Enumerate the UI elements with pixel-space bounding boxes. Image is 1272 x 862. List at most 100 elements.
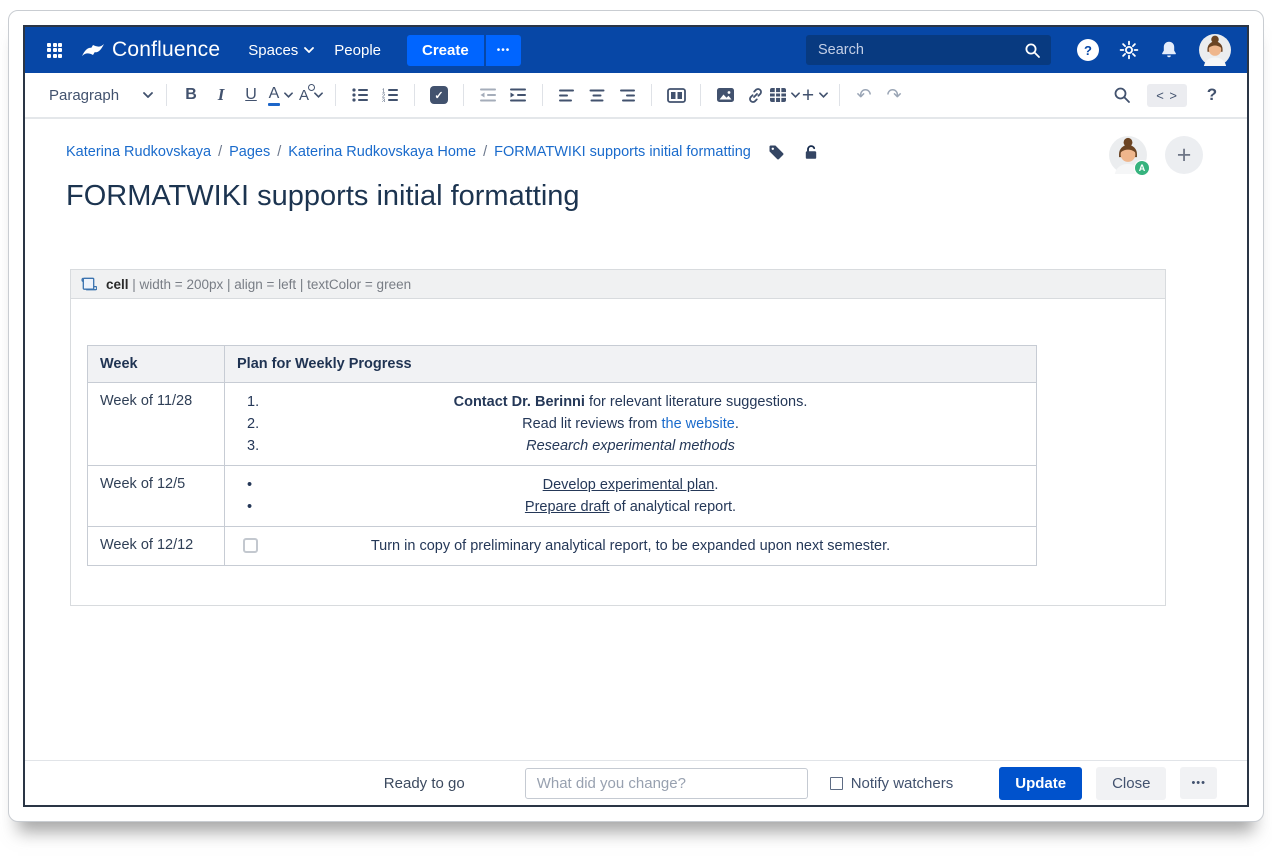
editor-footer: Ready to go Notify watchers Update Close… <box>25 760 1247 805</box>
insert-more-button[interactable]: + <box>800 79 830 111</box>
macro-scroll-icon <box>80 276 97 292</box>
list-marker: • <box>247 496 252 518</box>
breadcrumb-link[interactable]: Pages <box>229 144 270 160</box>
search-input[interactable] <box>816 41 1024 59</box>
redo-button[interactable]: ↷ <box>879 79 909 111</box>
editor-content: A + Katerina Rudkovskaya / Pages / Katerina … <box>25 119 1247 760</box>
invite-add-button[interactable]: + <box>1165 136 1203 174</box>
column-header-week: Week <box>88 346 225 383</box>
plan-text: Develop experimental plan <box>543 477 715 493</box>
editor-help-button[interactable]: ? <box>1197 79 1227 111</box>
find-replace-button[interactable] <box>1107 79 1137 111</box>
table-header-row: Week Plan for Weekly Progress <box>88 346 1037 383</box>
macro-name: cell <box>106 277 129 292</box>
align-right-button[interactable] <box>612 79 642 111</box>
plan-item: 2.Read lit reviews from the website. <box>233 413 1028 435</box>
notify-watchers-label: Notify watchers <box>851 775 954 792</box>
labels-tag-icon[interactable] <box>768 144 784 160</box>
align-left-button[interactable] <box>552 79 582 111</box>
bullet-list-button[interactable] <box>345 79 375 111</box>
breadcrumb-separator: / <box>277 144 281 160</box>
notifications-bell-icon[interactable] <box>1159 40 1179 60</box>
screenshot-frame: Confluence Spaces People Create ••• ? Pa… <box>8 10 1264 822</box>
list-marker: 1. <box>247 391 259 413</box>
confluence-window: Confluence Spaces People Create ••• ? Pa… <box>23 25 1249 807</box>
plan-item: •Develop experimental plan. <box>233 474 1028 496</box>
nav-spaces[interactable]: Spaces <box>238 36 324 65</box>
table-row: Week of 12/12Turn in copy of preliminary… <box>88 527 1037 566</box>
week-cell: Week of 12/5 <box>88 466 225 527</box>
plan-text: . <box>735 416 739 432</box>
plan-text: Contact Dr. Berinni <box>454 394 585 410</box>
top-navbar: Confluence Spaces People Create ••• ? <box>25 27 1247 73</box>
create-button[interactable]: Create <box>407 35 484 66</box>
plan-text: . <box>714 477 718 493</box>
macro-params: | width = 200px | align = left | textCol… <box>129 277 412 292</box>
undo-button[interactable]: ↶ <box>849 79 879 111</box>
align-center-button[interactable] <box>582 79 612 111</box>
page-title: FORMATWIKI supports initial formatting <box>66 180 1206 213</box>
outdent-button[interactable] <box>473 79 503 111</box>
plan-item: •Prepare draft of analytical report. <box>233 496 1028 518</box>
insert-link-button[interactable] <box>740 79 770 111</box>
plan-cell: 1.Contact Dr. Berinni for relevant liter… <box>225 383 1037 466</box>
plan-item: Turn in copy of preliminary analytical r… <box>233 535 1028 557</box>
breadcrumb-separator: / <box>218 144 222 160</box>
help-icon[interactable]: ? <box>1077 39 1099 61</box>
task-list-button[interactable]: ✓ <box>424 79 454 111</box>
table-body: Week of 11/281.Contact Dr. Berinni for r… <box>88 383 1037 566</box>
breadcrumb-link[interactable]: FORMATWIKI supports initial formatting <box>494 144 751 160</box>
table-row: Week of 11/281.Contact Dr. Berinni for r… <box>88 383 1037 466</box>
plan-text: Research experimental methods <box>526 438 735 454</box>
app-switcher-icon[interactable] <box>47 43 62 58</box>
update-button[interactable]: Update <box>999 767 1082 800</box>
breadcrumb-link[interactable]: Katerina Rudkovskaya Home <box>288 144 476 160</box>
italic-button[interactable]: I <box>206 79 236 111</box>
underline-button[interactable]: U <box>236 79 266 111</box>
insert-table-button[interactable] <box>770 79 800 111</box>
save-status: Ready to go <box>384 775 465 792</box>
confluence-mark-icon <box>82 42 104 58</box>
cell-macro[interactable]: cell | width = 200px | align = left | te… <box>70 269 1166 606</box>
notify-watchers-control[interactable]: Notify watchers <box>830 775 954 792</box>
more-formatting-button[interactable]: A <box>296 79 326 111</box>
bold-button[interactable]: B <box>176 79 206 111</box>
macro-body[interactable]: Week Plan for Weekly Progress Week of 11… <box>70 299 1166 606</box>
numbered-list-button[interactable]: 123 <box>375 79 405 111</box>
confluence-logo[interactable]: Confluence <box>82 38 220 62</box>
plan-item: 1.Contact Dr. Berinni for relevant liter… <box>233 391 1028 413</box>
column-header-plan: Plan for Weekly Progress <box>225 346 1037 383</box>
breadcrumb-separator: / <box>483 144 487 160</box>
weekly-plan-table[interactable]: Week Plan for Weekly Progress Week of 11… <box>87 345 1037 566</box>
list-marker: 3. <box>247 435 259 457</box>
list-marker: 2. <box>247 413 259 435</box>
create-more-button[interactable]: ••• <box>486 35 522 66</box>
close-button[interactable]: Close <box>1096 767 1166 800</box>
notify-watchers-checkbox[interactable] <box>830 777 843 790</box>
paragraph-style-dropdown[interactable]: Paragraph <box>45 79 157 111</box>
breadcrumb-link[interactable]: Katerina Rudkovskaya <box>66 144 211 160</box>
chevron-down-icon <box>314 92 323 98</box>
source-editor-button[interactable]: < > <box>1147 84 1187 107</box>
footer-more-button[interactable]: ••• <box>1180 767 1217 799</box>
user-avatar[interactable] <box>1199 34 1231 66</box>
week-cell: Week of 11/28 <box>88 383 225 466</box>
insert-files-image-button[interactable] <box>710 79 740 111</box>
text-color-button[interactable]: A <box>266 79 296 111</box>
product-name: Confluence <box>112 38 220 62</box>
plan-cell: Turn in copy of preliminary analytical r… <box>225 527 1037 566</box>
task-checkbox[interactable] <box>243 538 258 553</box>
plan-text: of analytical report. <box>610 499 737 515</box>
inline-link[interactable]: the website <box>662 416 735 432</box>
macro-header[interactable]: cell | width = 200px | align = left | te… <box>70 269 1166 299</box>
editing-user-avatar[interactable]: A <box>1109 136 1147 174</box>
nav-people[interactable]: People <box>324 36 391 65</box>
unlock-icon[interactable] <box>803 144 819 160</box>
settings-gear-icon[interactable] <box>1119 40 1139 60</box>
page-layout-button[interactable] <box>661 79 691 111</box>
indent-button[interactable] <box>503 79 533 111</box>
version-comment-input[interactable] <box>525 768 808 799</box>
search-icon[interactable] <box>1024 42 1041 59</box>
chevron-down-icon <box>284 92 293 98</box>
plan-item: 3. Research experimental methods <box>233 435 1028 457</box>
